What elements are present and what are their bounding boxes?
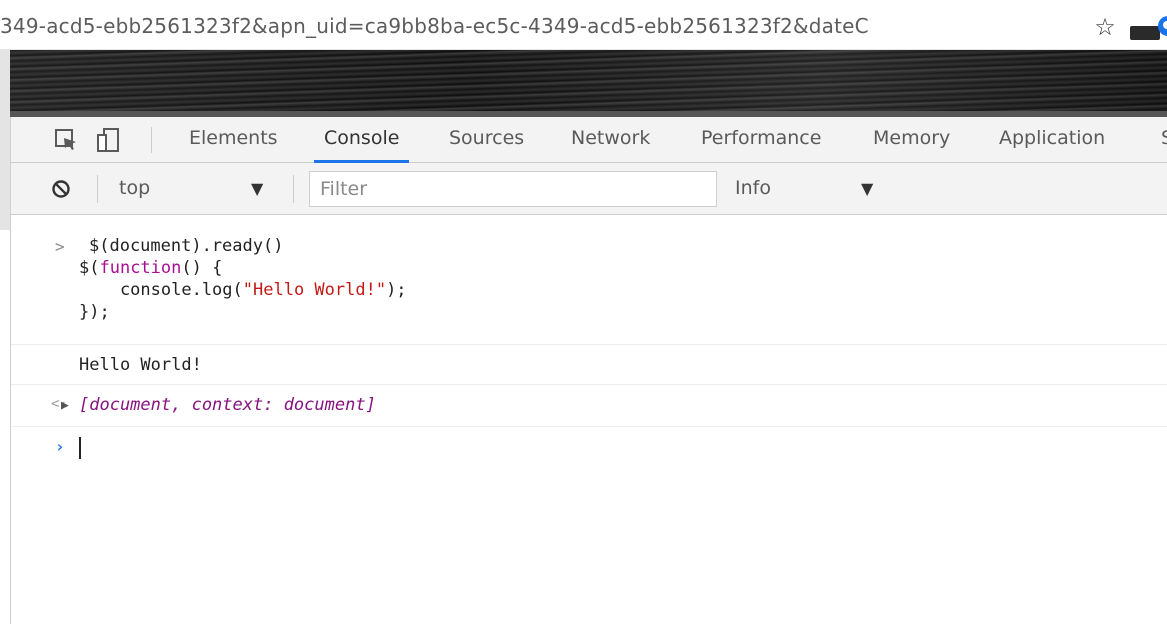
tab-elements[interactable]: Elements	[189, 117, 278, 163]
tab-separator	[151, 127, 152, 153]
tab-application[interactable]: Application	[999, 117, 1105, 163]
filterbar-separator	[293, 175, 294, 203]
log-text: Hello World!	[79, 355, 202, 375]
console-prompt[interactable]: ›	[11, 427, 1167, 467]
context-selector[interactable]: top	[119, 177, 150, 199]
inspect-element-icon[interactable]	[53, 127, 79, 153]
code-line: $(function() {	[79, 258, 223, 278]
browser-address-bar[interactable]: 349-acd5-ebb2561323f2&apn_uid=ca9bb8ba-e…	[0, 0, 1167, 50]
tab-performance[interactable]: Performance	[701, 117, 821, 163]
prompt-chevron-icon: ›	[55, 437, 65, 456]
bookmark-star-icon[interactable]: ☆	[1092, 14, 1118, 40]
tab-console[interactable]: Console	[313, 117, 410, 163]
devtools-tab-bar: Elements Console Sources Network Perform…	[11, 117, 1167, 163]
code-string: "Hello World!"	[242, 280, 387, 300]
filterbar-separator	[97, 175, 98, 203]
redacted-page-area	[10, 50, 1167, 117]
extension-icon[interactable]	[1130, 26, 1160, 40]
code-line: $(document).ready()	[89, 236, 284, 256]
device-toolbar-icon[interactable]	[95, 127, 121, 153]
log-level-selector[interactable]: Info	[735, 177, 771, 199]
code-line: });	[79, 302, 110, 322]
filter-input[interactable]	[309, 171, 717, 207]
tab-memory[interactable]: Memory	[873, 117, 950, 163]
console-filter-bar: top ▼ Info ▼	[11, 163, 1167, 215]
text-cursor	[79, 437, 81, 459]
level-dropdown-icon[interactable]: ▼	[861, 179, 873, 198]
code-line: console.log("Hello World!");	[79, 280, 407, 300]
context-dropdown-icon[interactable]: ▼	[251, 179, 263, 198]
input-chevron-icon: >	[55, 237, 65, 256]
console-messages: > $(document).ready() $(function() { con…	[11, 215, 1167, 624]
tab-sources[interactable]: Sources	[449, 117, 524, 163]
tab-more[interactable]: S	[1161, 117, 1167, 163]
page-left-edge	[0, 50, 10, 230]
clear-console-icon[interactable]	[51, 179, 71, 199]
devtools-panel: Elements Console Sources Network Perform…	[10, 117, 1167, 624]
expand-triangle-icon[interactable]: ▶	[61, 398, 69, 413]
console-input-message: > $(document).ready() $(function() { con…	[11, 215, 1167, 345]
tab-network[interactable]: Network	[571, 117, 650, 163]
console-return-message[interactable]: <· ▶ [document, context: document]	[11, 385, 1167, 427]
console-log-message: Hello World!	[11, 345, 1167, 385]
return-value[interactable]: [document, context: document]	[79, 395, 376, 415]
code-keyword: function	[99, 258, 182, 278]
url-text[interactable]: 349-acd5-ebb2561323f2&apn_uid=ca9bb8ba-e…	[0, 14, 1090, 40]
